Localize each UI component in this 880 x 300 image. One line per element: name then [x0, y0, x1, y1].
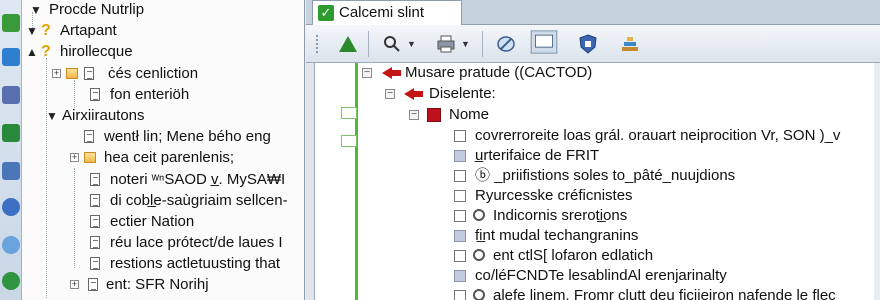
toolbar-separator [368, 31, 369, 57]
user-icon[interactable] [2, 86, 20, 104]
document-icon [90, 257, 100, 270]
document-icon [90, 215, 100, 228]
toolbar: ▼ ▼ [306, 25, 880, 63]
help-icon: ? [41, 22, 51, 39]
document-icon [84, 130, 94, 143]
checkmark-icon: ✓ [318, 5, 334, 21]
app-icon-strip [0, 0, 22, 300]
tab-bar: ✓ Calcemi slint [306, 0, 880, 25]
collapse-toggle-icon[interactable]: − [362, 68, 372, 78]
checkbox[interactable] [454, 290, 466, 300]
launch-icon[interactable] [2, 14, 20, 32]
checkbox[interactable] [454, 250, 466, 262]
red-square-icon [427, 108, 441, 122]
tree-guide-line [46, 58, 47, 298]
checkbox[interactable] [454, 270, 466, 282]
expand-toggle-icon[interactable]: + [52, 69, 61, 78]
green-triangle-icon[interactable] [336, 32, 360, 56]
expand-toggle-icon[interactable]: + [70, 153, 79, 162]
help-icon: ? [41, 43, 51, 60]
toolbar-grip[interactable] [316, 35, 320, 53]
chat-icon[interactable] [2, 48, 20, 66]
red-arrow-icon [382, 67, 392, 79]
grid-icon[interactable] [2, 124, 20, 142]
selection-marker [355, 63, 358, 300]
guide-box [341, 107, 357, 119]
main-panel: ✓ Calcemi slint ▼ ▼ − Musare pratude ((C… [306, 0, 880, 300]
tree-guide-line [74, 168, 75, 268]
window-icon[interactable] [2, 162, 20, 180]
checkbox[interactable] [454, 150, 466, 162]
collapse-toggle-icon[interactable]: − [409, 110, 419, 120]
gear-icon [473, 249, 485, 261]
arrow-tail [414, 91, 423, 97]
stack-icon[interactable] [618, 32, 642, 56]
tab-calcemi[interactable]: ✓ Calcemi slint [312, 0, 462, 25]
chevron-down-icon[interactable]: ▼ [461, 39, 470, 49]
globe-icon[interactable] [2, 198, 20, 216]
checkbox[interactable] [454, 210, 466, 222]
magnifier-icon[interactable] [380, 32, 404, 56]
checkbox[interactable] [454, 130, 466, 142]
collapse-arrow-icon[interactable]: ▼ [46, 105, 58, 127]
gear-icon [473, 289, 485, 300]
checkbox[interactable] [454, 230, 466, 242]
printer-icon[interactable] [434, 32, 458, 56]
chevron-down-icon[interactable]: ▼ [407, 39, 416, 49]
collapse-arrow-icon[interactable]: ▼ [26, 20, 38, 42]
document-icon [90, 236, 100, 249]
shield-icon[interactable] [576, 32, 600, 56]
collapse-toggle-icon[interactable]: − [385, 89, 395, 99]
checkbox[interactable] [454, 190, 466, 202]
folder-icon [66, 68, 78, 79]
document-icon [84, 67, 94, 80]
red-arrow-icon [404, 88, 414, 100]
vertical-scrollbar[interactable] [874, 63, 880, 300]
cloud-icon[interactable] [2, 236, 20, 254]
checkbox[interactable] [454, 170, 466, 182]
collapse-arrow-icon[interactable]: ▼ [30, 0, 42, 21]
pencil-icon[interactable] [494, 32, 518, 56]
expand-arrow-icon[interactable]: ▲ [26, 41, 38, 63]
gear-icon[interactable] [2, 272, 20, 290]
toolbar-separator [482, 31, 483, 57]
folder-icon [84, 152, 96, 163]
tab-label: Calcemi slint [339, 4, 425, 21]
expand-toggle-icon[interactable]: + [70, 280, 79, 289]
document-icon [90, 194, 100, 207]
guide-box [341, 135, 357, 147]
monitor-icon[interactable] [528, 30, 560, 54]
document-icon [90, 88, 100, 101]
detail-tree: − Musare pratude ((CACTOD) − Diselente: … [314, 63, 880, 300]
gear-icon [473, 209, 485, 221]
arrow-tail [392, 70, 401, 76]
navigation-tree: ▼ Procde Nutrlip ▼ ? Artapant ▲ ? hiroll… [22, 0, 305, 300]
document-icon [90, 173, 100, 186]
document-icon [88, 278, 98, 291]
